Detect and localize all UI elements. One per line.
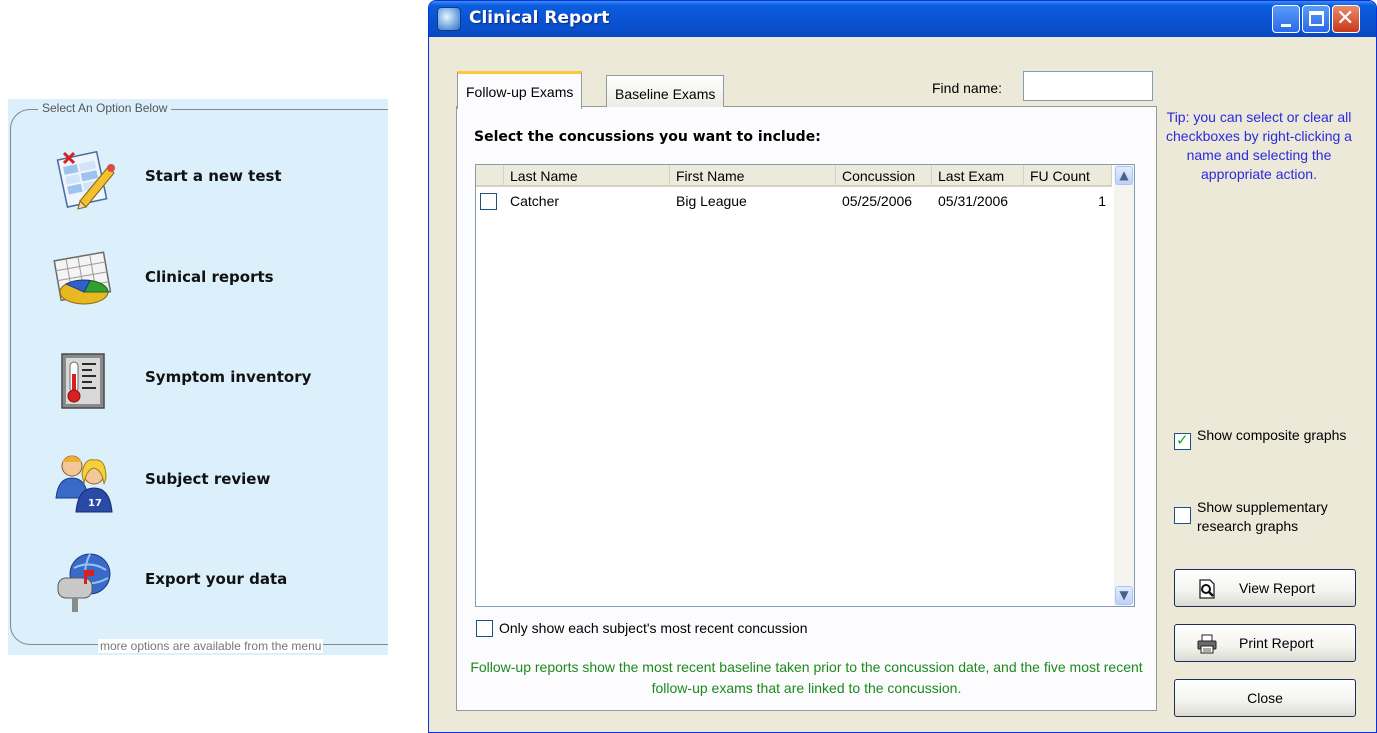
view-report-label: View Report bbox=[1239, 580, 1316, 596]
list-scrollbar[interactable]: ▲ ▼ bbox=[1114, 165, 1134, 606]
minimize-button[interactable] bbox=[1272, 5, 1300, 33]
close-label: Close bbox=[1247, 690, 1283, 706]
follow-up-note: Follow-up reports show the most recent b… bbox=[470, 659, 1143, 696]
menu-item-subject-review[interactable]: 17 Subject review bbox=[44, 442, 374, 522]
scroll-up-button[interactable]: ▲ bbox=[1115, 166, 1133, 185]
row-checkbox[interactable] bbox=[480, 193, 497, 210]
thermometer-icon bbox=[61, 353, 105, 409]
view-report-button[interactable]: View Report bbox=[1174, 569, 1356, 607]
window-close-button[interactable]: ✕ bbox=[1332, 5, 1360, 33]
only-recent-label: Only show each subject's most recent con… bbox=[499, 620, 808, 636]
subjects-icon: 17 bbox=[55, 455, 113, 513]
column-header-last-name[interactable]: Last Name bbox=[504, 165, 670, 187]
options-panel: Select An Option Below Start a new test bbox=[8, 99, 388, 655]
menu-item-symptom-inventory[interactable]: Symptom inventory bbox=[44, 340, 374, 420]
select-concussions-heading: Select the concussions you want to inclu… bbox=[474, 129, 821, 145]
menu-item-start-new-test[interactable]: Start a new test bbox=[44, 139, 374, 219]
find-name-label: Find name: bbox=[932, 80, 1003, 96]
menu-item-label: Subject review bbox=[145, 470, 271, 488]
show-composite-label: Show composite graphs bbox=[1197, 427, 1347, 443]
tip-text: Tip: you can select or clear all checkbo… bbox=[1166, 109, 1352, 182]
column-header-check bbox=[476, 165, 504, 187]
show-supplementary-checkbox[interactable] bbox=[1174, 507, 1191, 524]
show-composite-checkbox[interactable]: ✓ bbox=[1174, 431, 1191, 450]
menu-item-export-data[interactable]: Export your data bbox=[44, 542, 374, 622]
cell-first-name: Big League bbox=[676, 193, 747, 209]
chevron-up-icon: ▲ bbox=[1119, 168, 1129, 182]
minimize-icon bbox=[1281, 24, 1291, 27]
print-report-button[interactable]: Print Report bbox=[1174, 624, 1356, 662]
scroll-down-button[interactable]: ▼ bbox=[1115, 586, 1133, 605]
options-legend: Select An Option Below bbox=[38, 101, 172, 115]
menu-item-label: Export your data bbox=[145, 570, 288, 588]
find-name-input[interactable] bbox=[1023, 71, 1153, 101]
preview-magnifier-icon bbox=[1199, 579, 1215, 599]
menu-item-label: Clinical reports bbox=[145, 268, 274, 286]
show-supplementary-label: Show supplementary research graphs bbox=[1197, 499, 1328, 534]
export-mailbox-icon bbox=[57, 553, 111, 612]
cell-last-name: Catcher bbox=[510, 193, 560, 209]
printer-icon bbox=[1197, 634, 1217, 654]
close-icon: ✕ bbox=[1336, 6, 1355, 31]
close-button[interactable]: Close bbox=[1174, 679, 1356, 717]
list-header: Last Name First Name Concussion Last Exa… bbox=[476, 165, 1112, 187]
print-report-label: Print Report bbox=[1239, 635, 1314, 651]
reports-chart-icon bbox=[53, 251, 112, 305]
new-test-icon bbox=[56, 150, 115, 210]
column-header-last-exam[interactable]: Last Exam bbox=[932, 165, 1024, 187]
title-bar[interactable]: Clinical Report ✕ bbox=[429, 1, 1376, 37]
svg-text:17: 17 bbox=[88, 498, 102, 509]
column-header-first-name[interactable]: First Name bbox=[670, 165, 836, 187]
menu-item-label: Start a new test bbox=[145, 167, 282, 185]
window-title: Clinical Report bbox=[469, 8, 610, 28]
cell-fu-count: 1 bbox=[1098, 193, 1106, 209]
menu-item-label: Symptom inventory bbox=[145, 368, 312, 386]
column-header-fu-count[interactable]: FU Count bbox=[1024, 165, 1112, 187]
cell-last-exam-date: 05/31/2006 bbox=[938, 193, 1009, 209]
chevron-down-icon: ▼ bbox=[1119, 588, 1129, 602]
options-footer-note: more options are available from the menu bbox=[98, 639, 324, 653]
table-row[interactable]: Catcher Big League 05/25/2006 05/31/2006… bbox=[476, 189, 1112, 213]
tab-baseline-exams[interactable]: Baseline Exams bbox=[606, 75, 725, 107]
checkmark-icon: ✓ bbox=[1176, 431, 1189, 449]
maximize-button[interactable] bbox=[1302, 5, 1330, 33]
cell-concussion-date: 05/25/2006 bbox=[842, 193, 913, 209]
maximize-icon bbox=[1309, 11, 1324, 26]
column-header-concussion[interactable]: Concussion bbox=[836, 165, 932, 187]
menu-item-clinical-reports[interactable]: Clinical reports bbox=[44, 240, 374, 320]
clinical-report-window: Clinical Report ✕ Follow-up Exams Baseli… bbox=[428, 0, 1377, 733]
only-recent-checkbox[interactable] bbox=[476, 620, 493, 637]
app-icon bbox=[437, 7, 461, 31]
tab-follow-up-exams[interactable]: Follow-up Exams bbox=[457, 71, 583, 109]
concussion-list[interactable]: Last Name First Name Concussion Last Exa… bbox=[475, 164, 1135, 607]
